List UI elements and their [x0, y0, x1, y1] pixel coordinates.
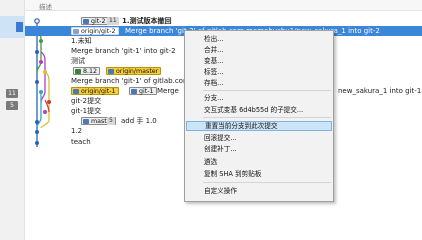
menu-separator	[203, 90, 331, 91]
menu-item-tag[interactable]: 标签...	[186, 67, 332, 77]
menu-item-custom-actions[interactable]: 自定义操作	[186, 186, 332, 196]
commit-message: Merge branch 'git-1' into git-2	[71, 47, 176, 55]
branch-icon	[83, 119, 89, 124]
commit-message: 测试	[71, 57, 85, 65]
commit-row[interactable]: git-2 11 1.测试版本撤回	[25, 16, 422, 26]
menu-item-checkout[interactable]: 检出...	[186, 34, 332, 44]
commit-message-tail: new_sakura_1 into git-1	[338, 87, 422, 95]
branch-icon	[131, 89, 137, 94]
context-menu: 检出... 合并... 变基... 标签... 存档... 分支... 交互式变…	[184, 30, 334, 202]
remote-branch-ref[interactable]: origin/master	[106, 67, 162, 75]
sidebar-active-marker	[16, 22, 23, 32]
menu-separator	[203, 182, 331, 183]
menu-item-reset-current-branch[interactable]: 重置当前分支到此次提交	[186, 121, 332, 131]
menu-item-cherry-pick[interactable]: 遴选	[186, 157, 332, 167]
menu-item-revert-commit[interactable]: 回滚提交...	[186, 133, 332, 143]
menu-item-rebase[interactable]: 变基...	[186, 56, 332, 66]
sidebar-selected-item[interactable]	[0, 16, 25, 38]
commit-message: teach	[71, 138, 91, 146]
tag-ref[interactable]: 8.12	[73, 67, 101, 75]
branch-icon	[83, 19, 89, 24]
branch-ref[interactable]: git-2	[81, 17, 109, 25]
menu-item-archive[interactable]: 存档...	[186, 78, 332, 88]
commit-message: Merge	[157, 87, 179, 95]
branch-ref[interactable]: git-1	[129, 87, 157, 95]
menu-item-interactive-rebase[interactable]: 交互式变基 6d4b55d 的子提交...	[186, 105, 332, 115]
menu-item-create-patch[interactable]: 创建补丁...	[186, 144, 332, 154]
menu-separator	[203, 117, 331, 118]
sidebar-badge: 11	[6, 89, 18, 98]
commit-message: add 手 1.0	[121, 117, 157, 125]
remote-branch-ref[interactable]: origin/git-1	[71, 87, 119, 95]
ahead-count-badge: 5	[107, 117, 115, 125]
commit-message: git-2提交	[71, 97, 102, 105]
commit-message: 1.测试版本撤回	[122, 17, 172, 25]
menu-item-branch[interactable]: 分支...	[186, 93, 332, 103]
left-sidebar: 11 5	[0, 0, 25, 240]
remote-branch-icon	[73, 29, 79, 34]
sidebar-badge: 5	[6, 101, 18, 110]
commit-message: Merge branch 'git-1' of gitlab.com	[71, 77, 190, 85]
tag-icon	[75, 69, 81, 74]
menu-item-copy-sha[interactable]: 复制 SHA 到剪贴板	[186, 169, 332, 179]
menu-item-merge[interactable]: 合并...	[186, 45, 332, 55]
commit-message: 1.未知	[71, 37, 92, 45]
commit-message: 1.2	[71, 127, 83, 135]
remote-branch-ref[interactable]: origin/git-2	[71, 27, 119, 35]
commit-message: git-1提交	[71, 107, 102, 115]
ahead-count-badge: 11	[107, 17, 119, 25]
remote-branch-icon	[73, 89, 79, 94]
remote-branch-icon	[108, 69, 114, 74]
